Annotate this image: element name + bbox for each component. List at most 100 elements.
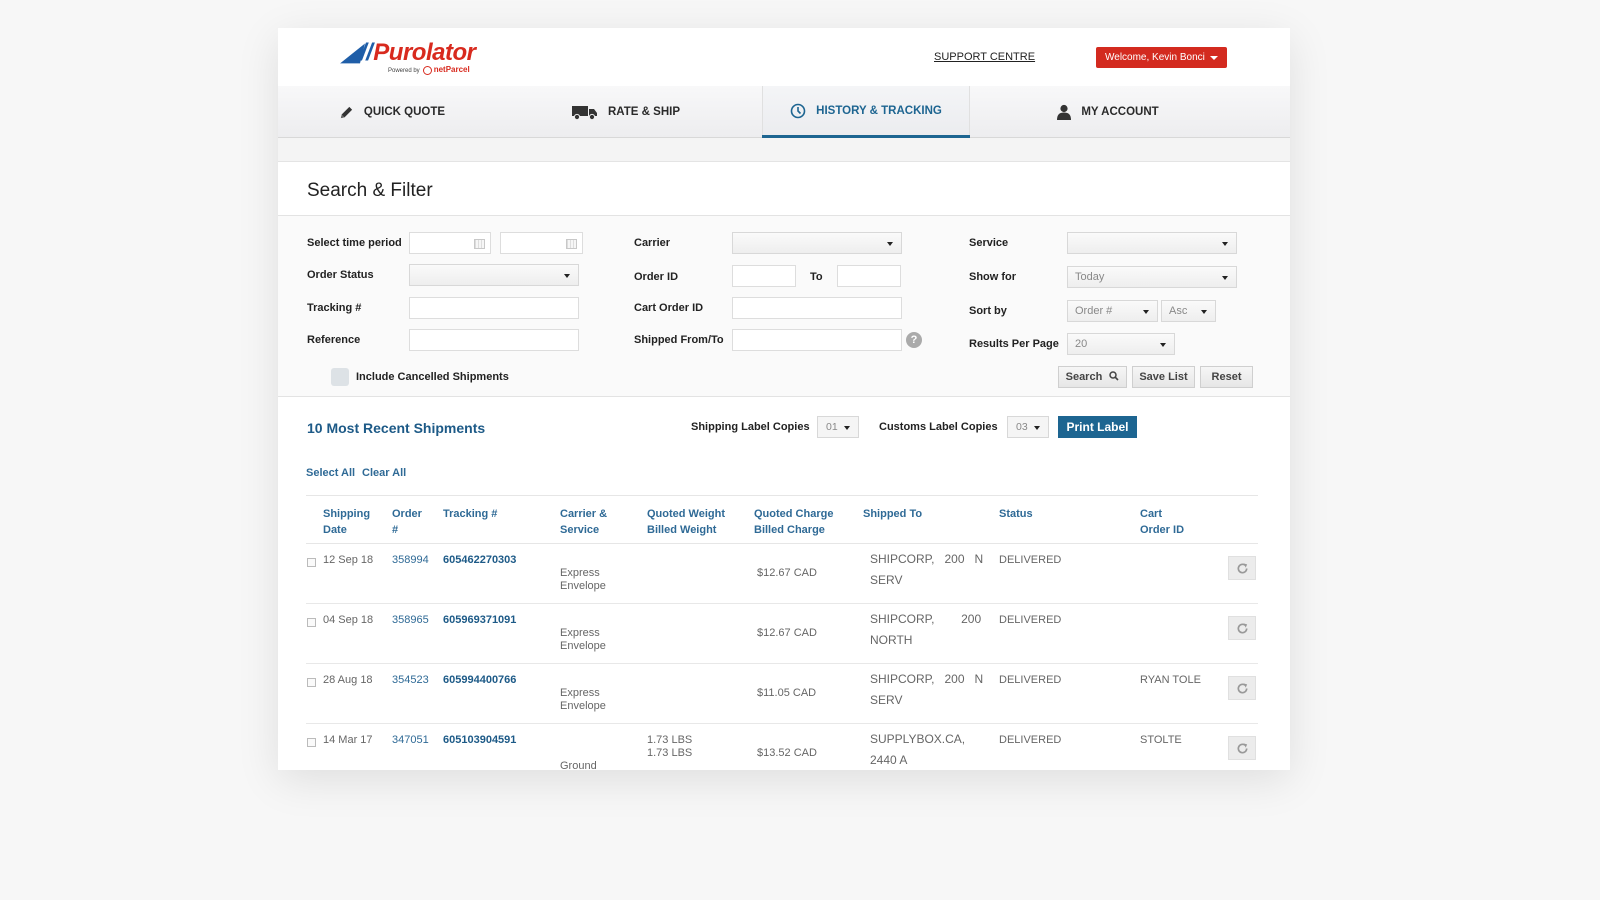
- shipments-section: 10 Most Recent Shipments Shipping Label …: [278, 399, 1290, 770]
- order-id-to-label: To: [810, 271, 823, 283]
- table-row: 28 Aug 18 354523 605994400766 Express Env…: [306, 664, 1258, 724]
- col-carrier-service[interactable]: Carrier & Service: [560, 506, 607, 538]
- order-status-select[interactable]: [409, 264, 579, 286]
- order-status-label: Order Status: [307, 269, 374, 281]
- charge: $12.67 CAD: [757, 567, 817, 579]
- reship-button[interactable]: [1228, 616, 1256, 640]
- carrier-label: Carrier: [634, 237, 671, 249]
- user-menu-button[interactable]: Welcome, Kevin Bonci: [1096, 47, 1227, 68]
- col-weight[interactable]: Quoted Weight Billed Weight: [647, 506, 725, 538]
- support-centre-link[interactable]: SUPPORT CENTRE: [934, 51, 1035, 63]
- shipping-date: 04 Sep 18: [323, 614, 374, 626]
- tracking-input[interactable]: [409, 297, 579, 319]
- include-cancelled-label: Include Cancelled Shipments: [356, 371, 509, 383]
- reference-label: Reference: [307, 334, 361, 346]
- sub-bar: [278, 138, 1290, 162]
- charge: $11.05 CAD: [757, 687, 817, 699]
- shipped-to: SHIPCORP, 200 NORTH: [870, 612, 982, 647]
- shipped-to: SUPPLYBOX.CA, 2440 A: [870, 732, 966, 767]
- customs-label-copies-select[interactable]: 03: [1007, 416, 1049, 438]
- caret-down-icon: [1222, 276, 1228, 280]
- col-shipped-to[interactable]: Shipped To: [863, 506, 922, 522]
- shipping-label-copies-select[interactable]: 01: [817, 416, 859, 438]
- carrier-service: Express Envelope: [560, 687, 606, 712]
- reship-button[interactable]: [1228, 556, 1256, 580]
- select-all-link[interactable]: Select All: [306, 467, 355, 479]
- charge: $12.67 CAD: [757, 627, 817, 639]
- user-icon: [1057, 104, 1072, 120]
- clear-all-link[interactable]: Clear All: [362, 467, 406, 479]
- col-status[interactable]: Status: [999, 506, 1033, 522]
- reship-button[interactable]: [1228, 676, 1256, 700]
- date-to-input[interactable]: [500, 232, 583, 254]
- clock-icon: [790, 103, 806, 119]
- row-checkbox[interactable]: [307, 558, 316, 567]
- col-shipping-date[interactable]: Shipping Date: [323, 506, 370, 538]
- calendar-icon[interactable]: [474, 239, 485, 249]
- order-number-link[interactable]: 354523: [392, 674, 429, 687]
- shipped-to: SHIPCORP, 200 N SERV: [870, 672, 984, 707]
- order-id-to-input[interactable]: [837, 265, 901, 287]
- reship-button[interactable]: [1228, 736, 1256, 760]
- cart-order-id: STOLTE: [1140, 734, 1182, 746]
- header: ◢//Purolator Powered by netParcel SUPPORT…: [278, 28, 1290, 86]
- sort-by-select[interactable]: Order #: [1067, 300, 1158, 322]
- shipments-table: Shipping Date Order # Tracking # Carrier &…: [306, 495, 1258, 770]
- table-row: 12 Sep 18 358994 605462270303 Express Env…: [306, 544, 1258, 604]
- tab-my-account[interactable]: MY ACCOUNT: [1018, 86, 1198, 138]
- tab-quick-quote[interactable]: QUICK QUOTE: [278, 86, 506, 138]
- caret-down-icon: [887, 242, 893, 246]
- tab-rate-ship[interactable]: RATE & SHIP: [556, 86, 696, 138]
- welcome-label: Welcome, Kevin Bonci: [1105, 52, 1205, 63]
- table-row: 04 Sep 18 358965 605969371091 Express Env…: [306, 604, 1258, 664]
- col-tracking[interactable]: Tracking #: [443, 506, 497, 522]
- carrier-service: Ground: [560, 760, 597, 770]
- row-checkbox[interactable]: [307, 618, 316, 627]
- service-select[interactable]: [1067, 232, 1237, 254]
- refresh-icon: [1237, 562, 1248, 574]
- col-cart-order-id[interactable]: Cart Order ID: [1140, 506, 1184, 538]
- carrier-service: Express Envelope: [560, 627, 606, 652]
- col-charge[interactable]: Quoted Charge Billed Charge: [754, 506, 833, 538]
- order-number-link[interactable]: 358994: [392, 554, 429, 567]
- calendar-icon[interactable]: [566, 239, 577, 249]
- purolator-logo[interactable]: ◢//Purolator Powered by netParcel: [342, 39, 476, 78]
- refresh-icon: [1237, 742, 1248, 754]
- help-icon[interactable]: ?: [906, 332, 922, 348]
- caret-down-icon: [564, 274, 570, 278]
- tab-history-tracking[interactable]: HISTORY & TRACKING: [762, 86, 970, 138]
- save-list-button[interactable]: Save List: [1132, 366, 1195, 388]
- filter-panel: Select time period Order Status Tracking…: [278, 216, 1290, 397]
- tracking-number-link[interactable]: 605969371091: [443, 614, 516, 627]
- status: DELIVERED: [999, 554, 1062, 566]
- order-id-from-input[interactable]: [732, 265, 796, 287]
- order-number-link[interactable]: 358965: [392, 614, 429, 627]
- row-checkbox[interactable]: [307, 678, 316, 687]
- cart-order-id-label: Cart Order ID: [634, 302, 704, 314]
- show-for-select[interactable]: Today: [1067, 266, 1237, 288]
- carrier-select[interactable]: [732, 232, 902, 254]
- results-per-page-label: Results Per Page: [969, 338, 1059, 350]
- shipped-from-to-input[interactable]: [732, 329, 902, 351]
- status: DELIVERED: [999, 674, 1062, 686]
- status: DELIVERED: [999, 614, 1062, 626]
- tracking-number-link[interactable]: 605103904591: [443, 734, 516, 747]
- tracking-label: Tracking #: [307, 302, 362, 314]
- col-order[interactable]: Order #: [392, 506, 422, 538]
- tracking-number-link[interactable]: 605462270303: [443, 554, 516, 567]
- cart-order-id-input[interactable]: [732, 297, 902, 319]
- shipments-title: 10 Most Recent Shipments: [307, 420, 486, 436]
- include-cancelled-checkbox[interactable]: [331, 368, 349, 386]
- print-label-button[interactable]: Print Label: [1058, 416, 1137, 438]
- reference-input[interactable]: [409, 329, 579, 351]
- date-from-input[interactable]: [409, 232, 491, 254]
- row-checkbox[interactable]: [307, 738, 316, 747]
- sort-direction-select[interactable]: Asc: [1161, 300, 1216, 322]
- tracking-number-link[interactable]: 605994400766: [443, 674, 516, 687]
- reset-button[interactable]: Reset: [1200, 366, 1253, 388]
- results-per-page-select[interactable]: 20: [1067, 333, 1175, 355]
- order-number-link[interactable]: 347051: [392, 734, 429, 747]
- shipping-date: 14 Mar 17: [323, 734, 373, 746]
- logo-slashes-icon: ◢//: [342, 39, 373, 66]
- search-button[interactable]: Search: [1058, 366, 1127, 388]
